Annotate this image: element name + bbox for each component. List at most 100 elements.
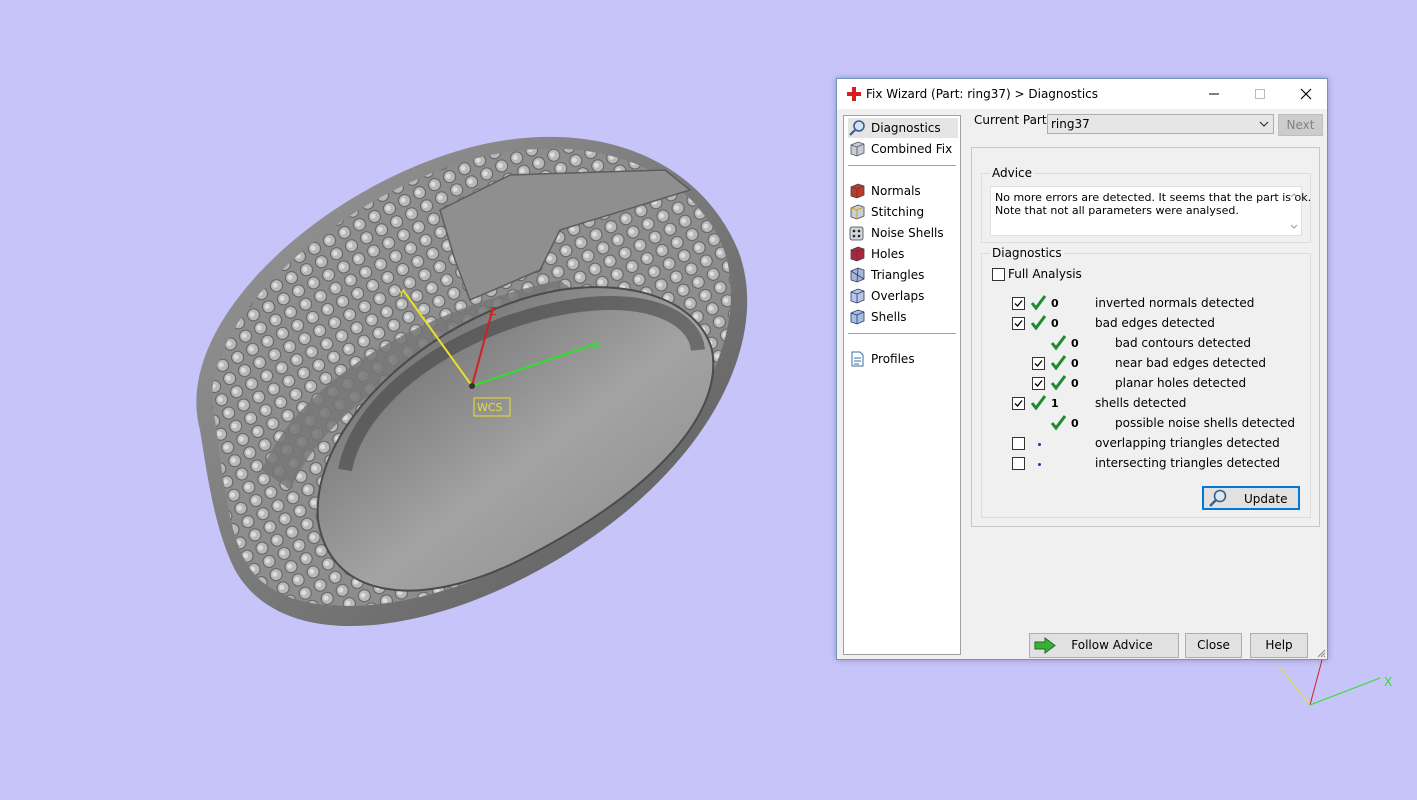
dice-icon	[849, 226, 864, 241]
checkmark-icon	[1014, 400, 1023, 407]
planar-holes-count: 0	[1071, 377, 1079, 390]
diagnostics-group: Diagnostics Full Analysis 0 inverted nor…	[981, 246, 1311, 518]
bad-contours-count: 0	[1071, 337, 1079, 350]
nav-item-overlaps[interactable]: Overlaps	[848, 286, 958, 306]
bad-contours-label: bad contours detected	[1115, 336, 1251, 350]
green-arrow-icon	[1034, 637, 1056, 654]
nav-separator	[848, 333, 956, 334]
wcs-label: WCS	[477, 401, 503, 414]
diag-checkbox-intersecting-triangles[interactable]	[1012, 457, 1025, 470]
update-button[interactable]: Update	[1202, 486, 1300, 510]
diagnostics-panel: Advice No more errors are detected. It s…	[971, 147, 1320, 527]
triangles-cube-icon	[850, 267, 865, 283]
stitching-cube-icon	[850, 204, 865, 220]
normals-cube-icon	[850, 183, 865, 199]
nav-separator	[848, 165, 956, 166]
minimize-icon	[1209, 93, 1219, 95]
shells-cube-icon	[850, 309, 865, 325]
full-analysis-checkbox[interactable]	[992, 268, 1005, 281]
wizard-nav: Diagnostics Combined Fix Normals Stitchi…	[843, 115, 961, 655]
update-button-label: Update	[1244, 492, 1288, 506]
axis-label-y: Y	[397, 287, 405, 300]
near-bad-edges-count: 0	[1071, 357, 1079, 370]
shells-count: 1	[1051, 397, 1059, 410]
planar-holes-label: planar holes detected	[1115, 376, 1247, 390]
cube-icon	[850, 141, 865, 157]
fix-wizard-dialog: Fix Wizard (Part: ring37) > Diagnostics …	[836, 78, 1328, 660]
dialog-title: Fix Wizard (Part: ring37) > Diagnostics	[866, 87, 1099, 101]
document-icon	[851, 351, 864, 367]
inverted-normals-label: inverted normals detected	[1095, 296, 1255, 310]
checkmark-icon	[1014, 320, 1023, 327]
next-button[interactable]: Next	[1278, 114, 1323, 136]
bad-edges-label: bad edges detected	[1095, 316, 1215, 330]
inverted-normals-count: 0	[1051, 297, 1059, 310]
nav-item-triangles[interactable]: Triangles	[848, 265, 958, 285]
nav-item-profiles[interactable]: Profiles	[848, 349, 958, 369]
green-check-icon	[1050, 355, 1066, 371]
noise-shells-count: 0	[1071, 417, 1079, 430]
diag-checkbox-inverted-normals[interactable]	[1012, 297, 1025, 310]
checkmark-icon	[1034, 380, 1043, 387]
checkmark-icon	[1034, 360, 1043, 367]
follow-advice-label: Follow Advice	[1071, 638, 1153, 652]
holes-cube-icon	[850, 246, 865, 262]
nav-item-shells[interactable]: Shells	[848, 307, 958, 327]
pending-dot	[1038, 463, 1041, 466]
help-button[interactable]: Help	[1250, 633, 1308, 658]
minimize-button[interactable]	[1191, 79, 1237, 109]
advice-line-2: Note that not all parameters were analys…	[995, 204, 1239, 217]
checkmark-icon	[1014, 300, 1023, 307]
axis-label-z: Z	[489, 305, 497, 318]
green-check-icon	[1030, 395, 1046, 411]
diag-checkbox-shells[interactable]	[1012, 397, 1025, 410]
close-icon	[1300, 88, 1312, 100]
close-window-button[interactable]	[1283, 79, 1329, 109]
follow-advice-button[interactable]: Follow Advice	[1029, 633, 1179, 658]
pending-dot	[1038, 443, 1041, 446]
diagnostics-title: Diagnostics	[990, 246, 1064, 260]
magnifier-icon	[1209, 489, 1227, 507]
current-part-value: ring37	[1051, 117, 1090, 131]
maximize-button[interactable]	[1237, 79, 1283, 109]
green-check-icon	[1050, 335, 1066, 351]
red-cross-icon	[847, 87, 861, 101]
nav-item-holes[interactable]: Holes	[848, 244, 958, 264]
full-analysis-label: Full Analysis	[1008, 267, 1082, 281]
green-check-icon	[1050, 375, 1066, 391]
advice-textbox[interactable]: No more errors are detected. It seems th…	[990, 186, 1311, 236]
near-bad-edges-label: near bad edges detected	[1115, 356, 1266, 370]
advice-line-1: No more errors are detected. It seems th…	[995, 191, 1312, 204]
triad-x-label: X	[1384, 675, 1392, 689]
diag-checkbox-bad-edges[interactable]	[1012, 317, 1025, 330]
overlapping-triangles-label: overlapping triangles detected	[1095, 436, 1280, 450]
bad-edges-count: 0	[1051, 317, 1059, 330]
nav-item-normals[interactable]: Normals	[848, 181, 958, 201]
nav-item-combined-fix[interactable]: Combined Fix	[848, 139, 958, 159]
intersecting-triangles-label: intersecting triangles detected	[1095, 456, 1280, 470]
diag-checkbox-overlapping-triangles[interactable]	[1012, 437, 1025, 450]
green-check-icon	[1030, 295, 1046, 311]
maximize-icon	[1255, 89, 1265, 99]
advice-title: Advice	[990, 166, 1035, 180]
advice-group: Advice No more errors are detected. It s…	[981, 166, 1311, 243]
magnifier-icon	[849, 120, 865, 136]
shells-label: shells detected	[1095, 396, 1187, 410]
green-check-icon	[1030, 315, 1046, 331]
noise-shells-label: possible noise shells detected	[1115, 416, 1296, 430]
advice-scrollbar[interactable]	[1287, 187, 1301, 235]
current-part-select[interactable]: ring37	[1047, 114, 1274, 134]
resize-grip-icon[interactable]	[1316, 648, 1326, 658]
nav-item-noise-shells[interactable]: Noise Shells	[848, 223, 958, 243]
green-check-icon	[1050, 415, 1066, 431]
title-bar[interactable]: Fix Wizard (Part: ring37) > Diagnostics	[837, 79, 1327, 109]
current-part-label: Current Part:	[974, 113, 1051, 127]
close-button[interactable]: Close	[1185, 633, 1242, 658]
diag-checkbox-near-bad-edges[interactable]	[1032, 357, 1045, 370]
chevron-down-icon	[1259, 121, 1269, 127]
diag-checkbox-planar-holes[interactable]	[1032, 377, 1045, 390]
overlaps-cube-icon	[850, 288, 865, 304]
nav-item-stitching[interactable]: Stitching	[848, 202, 958, 222]
axis-label-x: X	[593, 339, 601, 352]
nav-item-diagnostics[interactable]: Diagnostics	[848, 118, 958, 138]
